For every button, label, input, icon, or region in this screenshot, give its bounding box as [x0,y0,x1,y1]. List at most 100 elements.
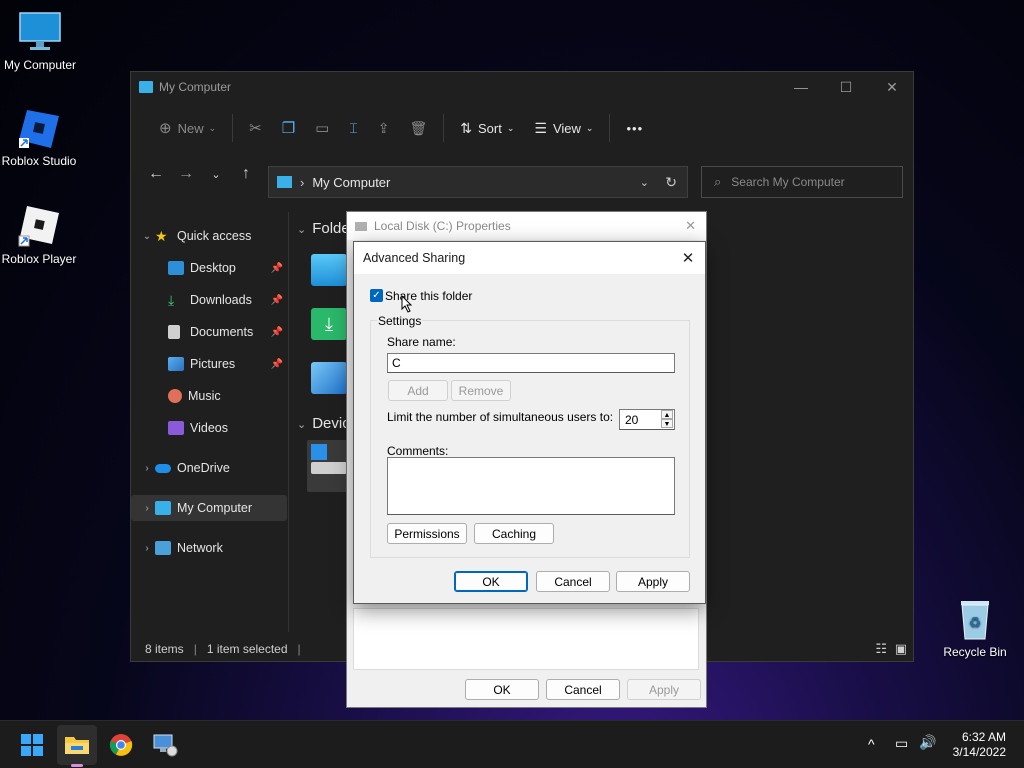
roblox-player-icon [17,204,61,248]
button-label: Cancel [564,682,602,697]
taskbar: ^ ▭ 🔊 6:32 AM 3/14/2022 [0,720,1024,768]
permissions-button[interactable]: Permissions [387,523,467,544]
start-button[interactable] [12,725,52,765]
more-icon: ••• [626,120,644,136]
properties-apply-button[interactable]: Apply [627,679,701,700]
refresh-icon[interactable]: ↻ [665,174,677,191]
sort-button[interactable]: ⇅ Sort ⌄ [450,112,524,144]
sidebar-item-videos[interactable]: Videos [131,415,287,441]
comments-textarea[interactable] [387,457,675,515]
desktop-icon-my-computer[interactable]: My Computer [0,10,80,72]
desktop-icon-recycle-bin[interactable]: ♻ Recycle Bin [935,597,1015,659]
tiles-view-icon[interactable]: ▣ [895,641,907,657]
add-button[interactable]: Add [388,380,448,401]
desktop-icon-roblox-studio[interactable]: Roblox Studio [0,106,79,168]
explorer-title: My Computer [159,80,232,94]
new-button[interactable]: ⊕ New ⌄ [149,112,226,144]
downloads-folder-icon[interactable]: ⤓ [311,308,347,340]
forward-arrow-icon[interactable]: → [171,165,201,183]
cancel-button[interactable]: Cancel [536,571,610,592]
delete-button[interactable]: 🗑 [400,112,438,144]
share-button[interactable]: ⇪ [368,112,400,144]
sidebar-item-quick-access[interactable]: ⌄ ★ Quick access [131,223,287,249]
maximize-button[interactable]: ☐ [823,72,869,102]
caching-button[interactable]: Caching [474,523,554,544]
button-label: Add [407,383,429,398]
monitor-icon [277,176,292,188]
recent-chevron-icon[interactable]: ⌄ [201,168,231,181]
sidebar-item-downloads[interactable]: ⤓ Downloads 📌 [131,287,287,313]
rename-button[interactable]: ⌶ [339,112,367,144]
section-devices[interactable]: ⌄ Devic [297,415,350,432]
chevron-down-icon: ⌄ [585,122,594,133]
stepper-down-icon[interactable]: ▼ [661,419,673,428]
sidebar-item-documents[interactable]: Documents 📌 [131,319,287,345]
close-button[interactable]: ✕ [671,242,705,274]
cloud-icon [155,463,171,473]
close-button[interactable]: ✕ [869,72,915,102]
sidebar-item-my-computer[interactable]: › My Computer [131,495,287,521]
volume-icon[interactable]: 🔊 [919,734,936,751]
search-icon: ⌕ [714,174,722,189]
pictures-folder-icon[interactable] [311,362,347,394]
copy-button[interactable]: ❐ [272,112,305,144]
apply-button[interactable]: Apply [616,571,690,592]
up-arrow-icon[interactable]: ↑ [231,165,261,183]
network-status-icon[interactable]: ▭ [895,735,908,752]
remove-button[interactable]: Remove [451,380,511,401]
checkmark-icon: ✓ [372,290,381,301]
paste-button[interactable]: ▭ [305,112,339,144]
folder-icon [65,737,89,754]
button-label: Remove [458,383,504,398]
address-bar[interactable]: › My Computer ⌄ ↻ [268,166,688,198]
sort-icon: ⇅ [460,119,473,136]
sidebar-item-label: Downloads [190,293,252,307]
search-input[interactable]: ⌕ Search My Computer [701,166,903,198]
section-label: Devic [312,415,350,432]
ok-button[interactable]: OK [454,571,528,592]
trash-icon: 🗑 [409,119,428,136]
show-hidden-icons-chevron-icon[interactable]: ^ [868,736,875,752]
cut-button[interactable]: ✂ [239,112,272,144]
user-limit-label: Limit the number of simultaneous users t… [387,410,614,424]
share-name-input[interactable]: C [387,353,675,373]
taskbar-control-panel[interactable] [145,725,185,765]
taskbar-chrome[interactable] [101,725,141,765]
mouse-cursor-icon [401,294,413,316]
section-folders[interactable]: ⌄ Folde [297,220,350,237]
document-icon [168,325,180,339]
share-folder-label[interactable]: Share this folder [385,289,472,303]
user-limit-stepper[interactable]: 20 ▲ ▼ [619,409,675,430]
share-folder-checkbox[interactable]: ✓ [370,289,383,302]
more-options-button[interactable]: ••• [616,112,653,144]
taskbar-file-explorer[interactable] [57,725,97,767]
close-icon[interactable]: ✕ [685,218,696,234]
sidebar-item-pictures[interactable]: Pictures 📌 [131,351,287,377]
sidebar-item-onedrive[interactable]: › OneDrive [131,455,287,481]
view-label: View [552,120,581,136]
monitor-icon [18,10,62,54]
windows-logo-icon [311,444,327,460]
sidebar-item-network[interactable]: › Network [131,535,287,561]
details-view-icon[interactable]: ☷ [875,641,887,657]
view-button[interactable]: ☰ View ⌄ [524,112,603,144]
clipboard-icon: ▭ [315,120,330,137]
sidebar-item-music[interactable]: Music [131,383,287,409]
pin-icon: 📌 [270,262,283,274]
folder-icon[interactable] [311,254,347,286]
music-note-icon [168,389,182,403]
sidebar-item-desktop[interactable]: Desktop 📌 [131,255,287,281]
address-dropdown-icon[interactable]: ⌄ [640,176,649,189]
plus-circle-icon: ⊕ [159,120,172,137]
stepper-up-icon[interactable]: ▲ [661,410,673,419]
system-clock[interactable]: 6:32 AM 3/14/2022 [953,730,1006,760]
chrome-icon [109,734,133,756]
properties-ok-button[interactable]: OK [465,679,539,700]
desktop-icon-roblox-player[interactable]: Roblox Player [0,204,79,266]
sidebar-item-label: Pictures [190,357,236,371]
minimize-button[interactable]: — [778,72,824,102]
view-list-icon: ☰ [534,119,547,136]
download-arrow-icon: ⤓ [168,292,175,308]
properties-cancel-button[interactable]: Cancel [546,679,620,700]
back-arrow-icon[interactable]: ← [141,165,171,183]
